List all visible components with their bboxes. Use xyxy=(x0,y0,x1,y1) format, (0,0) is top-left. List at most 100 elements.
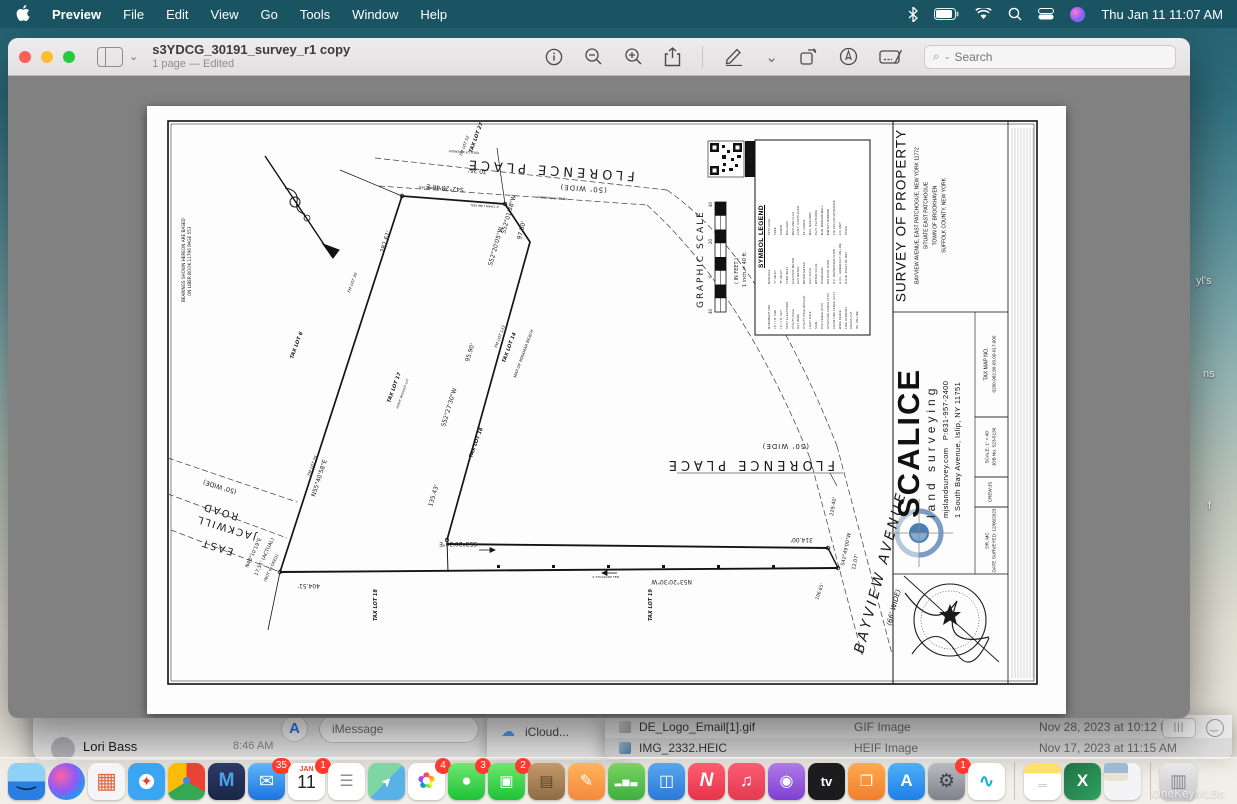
dock-facetime-icon[interactable]: 2 xyxy=(488,763,525,800)
dock-excel-icon[interactable] xyxy=(1064,763,1101,800)
dock-numbers-icon[interactable] xyxy=(608,763,645,800)
job-cell: JOB No. S23-5130 xyxy=(991,419,998,476)
markup-pencil-button[interactable] xyxy=(724,47,744,66)
crew-cell: CREW:JS xyxy=(975,478,1008,508)
lot-label: TAX LOT 16 xyxy=(468,426,485,458)
dim: 135.43' xyxy=(427,484,440,508)
control-center-icon[interactable] xyxy=(1038,8,1054,20)
dock-notes-icon[interactable] xyxy=(1024,763,1061,800)
menu-window[interactable]: Window xyxy=(341,7,409,22)
scale-cell: SCALE: 1" = 40' xyxy=(984,419,991,476)
imessage-apps-icon[interactable]: A xyxy=(281,715,308,742)
apple-menu-icon[interactable] xyxy=(0,5,41,24)
toolbar-divider xyxy=(702,46,703,68)
desktop-file-label[interactable]: f xyxy=(1208,500,1211,512)
firm-block: SCALICE land surveying mjslandsurvey.com… xyxy=(893,312,975,574)
finder-file-row[interactable]: IMG_2332.HEIC HEIF Image Nov 17, 2023 at… xyxy=(605,738,1232,758)
dock-siri-icon[interactable] xyxy=(48,763,85,800)
dock-messages-icon[interactable]: 3 xyxy=(448,763,485,800)
dock-keynote-icon[interactable] xyxy=(648,763,685,800)
search-field[interactable]: ⌕⌄ xyxy=(924,45,1176,69)
sidebar-chevron-icon[interactable]: ⌄ xyxy=(129,50,138,63)
file-name: IMG_2332.HEIC xyxy=(639,741,854,755)
bluetooth-icon[interactable] xyxy=(908,7,918,22)
qr-scan-me-label: SCAN ME xyxy=(749,150,755,174)
close-button[interactable] xyxy=(19,51,31,63)
dim: S52°20'05"W xyxy=(487,226,505,266)
lot-label: TAX LOT 19 xyxy=(648,589,654,621)
dock-calendar-icon[interactable]: JAN 11 1 xyxy=(288,763,325,800)
dock-pages-icon[interactable] xyxy=(568,763,605,800)
menu-tools[interactable]: Tools xyxy=(289,7,341,22)
graphic-scale-title: GRAPHIC SCALE xyxy=(696,210,706,308)
dock-photos-icon[interactable]: 4 xyxy=(408,763,445,800)
icloud-cloud-icon: ☁ xyxy=(501,723,515,740)
dock-news-icon[interactable] xyxy=(688,763,725,800)
search-input[interactable] xyxy=(954,50,1134,64)
share-button[interactable] xyxy=(664,47,681,67)
sidebar-toggle-button[interactable] xyxy=(97,47,123,67)
rotate-button[interactable] xyxy=(799,47,818,66)
menu-file[interactable]: File xyxy=(112,7,155,22)
title-bar[interactable]: ⌄ s3YDCG_30191_survey_r1 copy 1 page — E… xyxy=(8,38,1190,76)
street-width-label: (50' WIDE) xyxy=(202,478,237,496)
dock-launchpad-icon[interactable] xyxy=(88,763,125,800)
scale-tick: 40 xyxy=(708,201,713,207)
minimize-button[interactable] xyxy=(41,51,53,63)
menu-clock[interactable]: Thu Jan 11 11:07 AM xyxy=(1101,7,1223,22)
dock-mail-icon[interactable]: 35 xyxy=(248,763,285,800)
desktop-file-label[interactable]: ns xyxy=(1203,368,1215,380)
dock-appstore-icon[interactable] xyxy=(888,763,925,800)
dock-malwarebytes-icon[interactable] xyxy=(208,763,245,800)
dock-maps-icon[interactable] xyxy=(368,763,405,800)
lot-label: TAX LOT 18 xyxy=(373,589,379,621)
title-block: SURVEY OF PROPERTY BAYVIEW AVENUE, EAST … xyxy=(894,120,1007,312)
dim: 314.00' xyxy=(790,536,813,543)
menu-view[interactable]: View xyxy=(200,7,250,22)
text-annotation-button[interactable] xyxy=(879,48,903,66)
dock-music-icon[interactable] xyxy=(728,763,765,800)
finder-file-row[interactable]: DE_Logo_Email[1].gif GIF Image Nov 28, 2… xyxy=(605,717,1232,737)
scale-tick: 40 xyxy=(708,308,713,314)
dr-cell: DR.:MC xyxy=(984,509,991,573)
dock-chrome-icon[interactable] xyxy=(168,763,205,800)
dock-podcasts-icon[interactable] xyxy=(768,763,805,800)
wifi-icon[interactable] xyxy=(975,8,992,20)
menu-preview[interactable]: Preview xyxy=(41,7,112,22)
dock-safari-icon[interactable] xyxy=(128,763,165,800)
spotlight-search-icon[interactable] xyxy=(1008,7,1022,21)
imessage-input[interactable] xyxy=(319,715,479,743)
finder-view-options-button[interactable]: ||| xyxy=(1162,718,1196,738)
markup-dropdown-chevron[interactable]: ⌄ xyxy=(765,48,778,66)
file-thumbnail-icon xyxy=(619,742,631,754)
lot-label: TAX LOT 6 xyxy=(289,330,305,359)
taxmap-number: 0200-982.80-03.00-017.000 xyxy=(991,313,998,416)
survey-address: BAYVIEW AVENUE, EAST PATCHOGUE, NEW YORK… xyxy=(914,120,950,312)
taxmap-label: TAX MAP NO. xyxy=(984,313,992,416)
dock-books-icon[interactable] xyxy=(848,763,885,800)
menu-edit[interactable]: Edit xyxy=(155,7,199,22)
street-width-label: (50' WIDE) xyxy=(559,183,607,194)
desktop-file-label[interactable]: yl's xyxy=(1196,275,1212,287)
menu-go[interactable]: Go xyxy=(249,7,288,22)
dock-settings-icon[interactable]: 1 xyxy=(928,763,965,800)
zoom-in-button[interactable] xyxy=(624,47,643,66)
legend-column-3: TEST HOLE TREE SHRUB BOLLARD WETLAND FLA… xyxy=(767,200,861,235)
dim: 106.65' xyxy=(814,583,825,601)
dock-contacts-icon[interactable] xyxy=(528,763,565,800)
zoom-out-button[interactable] xyxy=(584,47,603,66)
dock-finder-icon[interactable] xyxy=(8,763,45,800)
watermark: OneKeyMLBs xyxy=(1152,788,1225,800)
info-button[interactable] xyxy=(545,48,563,66)
bearings-note: ON LIBER BOOK 11796 PAGE 553 xyxy=(187,226,192,296)
emoji-smiley-icon[interactable] xyxy=(1206,719,1224,737)
qr-code xyxy=(708,141,755,177)
menu-help[interactable]: Help xyxy=(409,7,458,22)
siri-icon[interactable] xyxy=(1070,7,1085,22)
annotate-pen-button[interactable] xyxy=(839,47,858,66)
dock-freeform-icon[interactable] xyxy=(968,763,1005,800)
dock-tv-icon[interactable] xyxy=(808,763,845,800)
battery-icon[interactable] xyxy=(934,8,959,20)
dock-pictures-icon[interactable] xyxy=(1104,763,1141,800)
zoom-window-button[interactable] xyxy=(63,51,75,63)
